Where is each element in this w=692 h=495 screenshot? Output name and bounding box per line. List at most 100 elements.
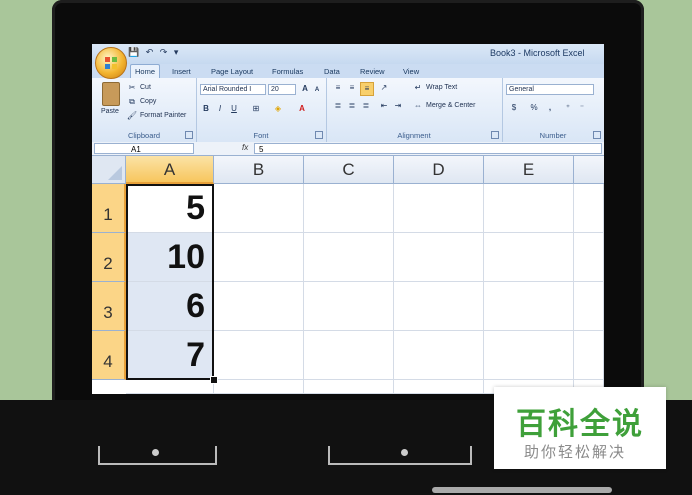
row-header-4[interactable]: 4 bbox=[92, 331, 126, 380]
alignment-group-label: Alignment bbox=[397, 131, 431, 140]
wrap-text-icon[interactable]: ↵ bbox=[412, 82, 424, 94]
cut-icon[interactable]: ✂ bbox=[126, 82, 138, 94]
empty-cell[interactable] bbox=[214, 184, 304, 233]
accounting-format-icon[interactable]: $ bbox=[508, 102, 520, 114]
empty-cell[interactable] bbox=[574, 282, 604, 331]
column-header-b[interactable]: B bbox=[214, 156, 304, 184]
qat-customize-icon[interactable]: ▾ bbox=[174, 47, 179, 57]
undo-icon[interactable]: ↶ bbox=[146, 47, 154, 57]
underline-button[interactable]: U bbox=[228, 103, 240, 115]
empty-cell[interactable] bbox=[214, 380, 304, 394]
empty-cell[interactable] bbox=[484, 233, 574, 282]
clipboard-launcher-icon[interactable] bbox=[185, 131, 193, 139]
empty-cell[interactable] bbox=[574, 184, 604, 233]
cell-a3[interactable]: 6 bbox=[126, 282, 214, 331]
tab-insert[interactable]: Insert bbox=[172, 66, 191, 78]
tab-view[interactable]: View bbox=[403, 66, 419, 78]
font-family-select[interactable]: Arial Rounded I bbox=[200, 84, 266, 95]
empty-cell[interactable] bbox=[394, 233, 484, 282]
bold-button[interactable]: B bbox=[200, 103, 212, 115]
decrease-indent-icon[interactable]: ⇤ bbox=[378, 100, 390, 112]
office-button[interactable] bbox=[95, 47, 127, 79]
align-middle-icon[interactable]: ≡ bbox=[346, 82, 358, 94]
copy-button[interactable]: Copy bbox=[140, 98, 156, 105]
shrink-font-icon[interactable]: A bbox=[311, 84, 323, 96]
empty-cell[interactable] bbox=[394, 282, 484, 331]
save-icon[interactable]: 💾 bbox=[128, 47, 139, 57]
empty-cell[interactable] bbox=[394, 331, 484, 380]
grow-font-icon[interactable]: A bbox=[299, 83, 311, 95]
align-right-icon[interactable]: ≣ bbox=[360, 100, 372, 112]
font-color-icon[interactable]: A bbox=[296, 103, 308, 115]
tab-home[interactable]: Home bbox=[130, 64, 161, 79]
empty-cell[interactable] bbox=[574, 331, 604, 380]
stand-left-dot bbox=[152, 449, 159, 456]
wrap-text-button[interactable]: Wrap Text bbox=[426, 84, 457, 91]
merge-center-icon[interactable]: ⇔ bbox=[412, 100, 424, 112]
percent-style-button[interactable]: % bbox=[528, 102, 540, 114]
paste-button[interactable]: Paste bbox=[101, 108, 119, 115]
empty-cell[interactable] bbox=[304, 184, 394, 233]
number-launcher-icon[interactable] bbox=[593, 131, 601, 139]
empty-cell[interactable] bbox=[484, 331, 574, 380]
fill-handle[interactable] bbox=[210, 376, 218, 384]
comma-style-button[interactable]: , bbox=[544, 102, 556, 114]
fx-icon[interactable]: fx bbox=[242, 143, 248, 152]
column-header-d[interactable]: D bbox=[394, 156, 484, 184]
row-header-1[interactable]: 1 bbox=[92, 184, 126, 233]
row-header-2[interactable]: 2 bbox=[92, 233, 126, 282]
cut-button[interactable]: Cut bbox=[140, 84, 151, 91]
empty-cell[interactable] bbox=[484, 282, 574, 331]
empty-cell[interactable] bbox=[214, 233, 304, 282]
cell-a1[interactable]: 5 bbox=[126, 184, 214, 233]
select-all-button[interactable] bbox=[92, 156, 126, 184]
column-header-c[interactable]: C bbox=[304, 156, 394, 184]
row-header-3[interactable]: 3 bbox=[92, 282, 126, 331]
italic-button[interactable]: I bbox=[214, 103, 226, 115]
empty-cell[interactable] bbox=[304, 331, 394, 380]
align-top-icon[interactable]: ≡ bbox=[332, 82, 344, 94]
empty-cell[interactable] bbox=[304, 380, 394, 394]
copy-icon[interactable]: ⧉ bbox=[126, 96, 138, 108]
orientation-icon[interactable]: ↗ bbox=[378, 82, 390, 94]
tab-review[interactable]: Review bbox=[360, 66, 385, 78]
empty-cell[interactable] bbox=[574, 233, 604, 282]
empty-cell[interactable] bbox=[304, 233, 394, 282]
tab-data[interactable]: Data bbox=[324, 66, 340, 78]
increase-indent-icon[interactable]: ⇥ bbox=[392, 100, 404, 112]
empty-cell[interactable] bbox=[394, 184, 484, 233]
stand-bar bbox=[432, 487, 612, 493]
empty-cell[interactable] bbox=[214, 282, 304, 331]
decrease-decimal-icon[interactable]: ⁻ bbox=[576, 102, 588, 114]
clipboard-group-label: Clipboard bbox=[127, 131, 161, 140]
alignment-launcher-icon[interactable] bbox=[491, 131, 499, 139]
increase-decimal-icon[interactable]: ⁺ bbox=[562, 102, 574, 114]
font-launcher-icon[interactable] bbox=[315, 131, 323, 139]
column-header-e[interactable]: E bbox=[484, 156, 574, 184]
align-center-icon[interactable]: ≣ bbox=[346, 100, 358, 112]
cell-a4[interactable]: 7 bbox=[126, 331, 214, 380]
number-format-select[interactable]: General bbox=[506, 84, 594, 95]
merge-center-button[interactable]: Merge & Center bbox=[426, 102, 475, 109]
empty-cell[interactable] bbox=[304, 282, 394, 331]
cell-a2[interactable]: 10 bbox=[126, 233, 214, 282]
column-header-f[interactable] bbox=[574, 156, 604, 184]
format-painter-button[interactable]: Format Painter bbox=[140, 112, 186, 119]
tab-formulas[interactable]: Formulas bbox=[272, 66, 303, 78]
name-box[interactable]: A1 bbox=[94, 143, 194, 154]
tab-page-layout[interactable]: Page Layout bbox=[211, 66, 253, 78]
empty-cell[interactable] bbox=[214, 331, 304, 380]
empty-cell[interactable] bbox=[394, 380, 484, 394]
format-painter-icon[interactable]: 🖌 bbox=[126, 110, 138, 122]
column-header-a[interactable]: A bbox=[126, 156, 214, 184]
font-size-select[interactable]: 20 bbox=[268, 84, 296, 95]
borders-icon[interactable]: ⊞ bbox=[250, 103, 262, 115]
fill-color-icon[interactable]: ◈ bbox=[272, 103, 284, 115]
empty-cell[interactable] bbox=[126, 380, 214, 394]
empty-cell[interactable] bbox=[484, 184, 574, 233]
align-left-icon[interactable]: ≣ bbox=[332, 100, 344, 112]
redo-icon[interactable]: ↷ bbox=[160, 47, 168, 57]
formula-input[interactable]: 5 bbox=[254, 143, 602, 154]
paste-icon[interactable] bbox=[102, 82, 120, 106]
align-bottom-icon[interactable]: ≡ bbox=[360, 82, 374, 96]
